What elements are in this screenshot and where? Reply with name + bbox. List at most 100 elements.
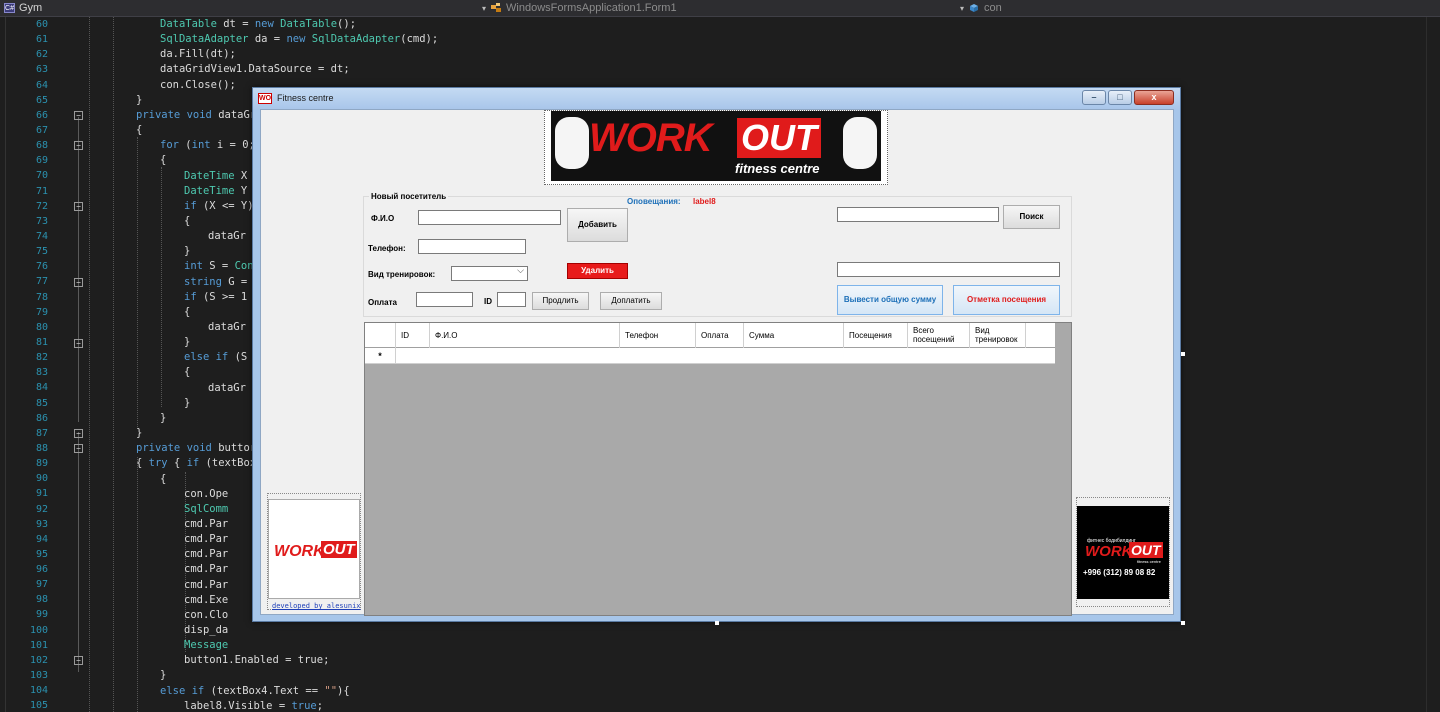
code-line[interactable]: { try { if (textBox bbox=[136, 456, 256, 471]
code-line[interactable]: private void dataGr bbox=[136, 108, 256, 123]
developer-link[interactable]: developed by alesunix bbox=[272, 602, 361, 610]
code-line[interactable]: cmd.Exe bbox=[184, 593, 228, 608]
code-line[interactable]: } bbox=[184, 335, 190, 350]
code-line[interactable]: disp_da bbox=[184, 623, 228, 638]
grid-column-header[interactable] bbox=[365, 323, 396, 348]
search-button[interactable]: Поиск bbox=[1003, 205, 1060, 229]
code-line[interactable]: cmd.Par bbox=[184, 532, 228, 547]
member-dropdown[interactable]: ▾ con bbox=[960, 2, 1002, 14]
grid-column-header[interactable]: Ф.И.О bbox=[430, 323, 620, 348]
code-line[interactable]: DateTime X bbox=[184, 169, 247, 184]
resize-handle[interactable] bbox=[1181, 621, 1185, 625]
payment-input[interactable] bbox=[416, 292, 473, 307]
resize-handle[interactable] bbox=[715, 621, 719, 625]
id-input[interactable] bbox=[497, 292, 526, 307]
code-line[interactable]: DataTable dt = new DataTable(); bbox=[160, 17, 356, 32]
window-titlebar[interactable]: WO Fitness centre – □ x bbox=[253, 88, 1180, 109]
code-line[interactable]: } bbox=[184, 396, 190, 411]
code-line[interactable]: { bbox=[160, 153, 166, 168]
code-line[interactable]: button1.Enabled = true; bbox=[184, 653, 329, 668]
collapse-icon[interactable]: − bbox=[74, 202, 83, 211]
code-line[interactable]: string G = bbox=[184, 275, 247, 290]
extend-button[interactable]: Продлить bbox=[532, 292, 589, 310]
code-line[interactable]: } bbox=[160, 411, 166, 426]
code-line[interactable]: SqlDataAdapter da = new SqlDataAdapter(c… bbox=[160, 32, 438, 47]
code-line[interactable]: con.Ope bbox=[184, 487, 228, 502]
code-line[interactable]: { bbox=[136, 123, 142, 138]
collapse-icon[interactable]: − bbox=[74, 278, 83, 287]
code-line[interactable]: } bbox=[160, 668, 166, 683]
code-line[interactable]: cmd.Par bbox=[184, 517, 228, 532]
collapse-icon[interactable]: − bbox=[74, 429, 83, 438]
fio-input[interactable] bbox=[418, 210, 561, 225]
code-line[interactable]: Message bbox=[184, 638, 228, 653]
code-line[interactable]: dataGr bbox=[208, 320, 246, 335]
phone-input[interactable] bbox=[418, 239, 526, 254]
collapse-icon[interactable]: − bbox=[74, 444, 83, 453]
grid-new-row[interactable]: * bbox=[365, 348, 1055, 364]
class-dropdown[interactable]: ▾ WindowsFormsApplication1.Form1 bbox=[482, 2, 677, 14]
code-token: try bbox=[148, 457, 168, 470]
code-line[interactable]: } bbox=[136, 93, 142, 108]
code-line[interactable]: else if (textBox4.Text == ""){ bbox=[160, 684, 350, 699]
grid-column-header[interactable]: Сумма bbox=[744, 323, 844, 348]
code-line[interactable]: } bbox=[184, 244, 190, 259]
delete-button[interactable]: Удалить bbox=[567, 263, 628, 279]
code-line[interactable]: { bbox=[184, 214, 190, 229]
code-token: label8.Visible = bbox=[184, 699, 292, 712]
grid-column-header[interactable]: Оплата bbox=[696, 323, 744, 348]
grid-column-header[interactable]: Телефон bbox=[620, 323, 696, 348]
code-line[interactable]: { bbox=[184, 305, 190, 320]
grid-column-header[interactable]: Всего посещений bbox=[908, 323, 970, 348]
code-line[interactable]: if (S >= 1 bbox=[184, 290, 247, 305]
pay-extra-button[interactable]: Доплатить bbox=[600, 292, 662, 310]
code-line[interactable]: } bbox=[136, 426, 142, 441]
visitors-data-grid[interactable]: ID Ф.И.О Телефон Оплата Сумма Посещения Всего … bbox=[364, 322, 1072, 616]
code-line[interactable]: { bbox=[160, 472, 166, 487]
code-line[interactable]: DateTime Y bbox=[184, 184, 247, 199]
minimize-button[interactable]: – bbox=[1082, 90, 1106, 105]
csharp-project-icon: C# bbox=[4, 3, 15, 13]
code-line[interactable]: cmd.Par bbox=[184, 562, 228, 577]
code-line[interactable]: else if (S bbox=[184, 350, 247, 365]
training-type-select[interactable]: ⌵ bbox=[451, 266, 528, 281]
resize-handle[interactable] bbox=[1181, 352, 1185, 356]
code-line[interactable]: if (X <= Y) bbox=[184, 199, 254, 214]
code-line[interactable]: dataGridView1.DataSource = dt; bbox=[160, 62, 350, 77]
line-number: 90 bbox=[35, 473, 48, 485]
mark-visit-button[interactable]: Отметка посещения bbox=[953, 285, 1060, 315]
collapse-icon[interactable]: − bbox=[74, 339, 83, 348]
total-sum-button[interactable]: Вывести общую сумму bbox=[837, 285, 943, 315]
grid-column-header[interactable]: Вид тренировок bbox=[970, 323, 1026, 348]
close-button[interactable]: x bbox=[1134, 90, 1174, 105]
line-number: 87 bbox=[35, 427, 48, 439]
code-line[interactable]: da.Fill(dt); bbox=[160, 47, 236, 62]
code-line[interactable]: SqlComm bbox=[184, 502, 228, 517]
code-line[interactable]: for (int i = 0; bbox=[160, 138, 255, 153]
extra-input[interactable] bbox=[837, 262, 1060, 277]
grid-column-header[interactable]: ID bbox=[396, 323, 430, 348]
code-line[interactable]: label8.Visible = true; bbox=[184, 699, 323, 712]
add-button[interactable]: Добавить bbox=[567, 208, 628, 242]
code-line[interactable]: con.Close(); bbox=[160, 78, 236, 93]
collapse-icon[interactable]: − bbox=[74, 656, 83, 665]
code-line[interactable]: cmd.Par bbox=[184, 578, 228, 593]
code-line[interactable]: con.Clo bbox=[184, 608, 228, 623]
hand-graphic bbox=[843, 117, 877, 169]
search-input[interactable] bbox=[837, 207, 999, 222]
vertical-scrollbar[interactable] bbox=[1426, 17, 1440, 712]
grid-column-header[interactable]: Посещения bbox=[844, 323, 908, 348]
code-line[interactable]: int S = Con bbox=[184, 259, 254, 274]
project-dropdown[interactable]: C# Gym bbox=[4, 2, 42, 14]
code-line[interactable]: private void buttor bbox=[136, 441, 256, 456]
code-token: con.Close(); bbox=[160, 78, 236, 91]
code-line[interactable]: dataGr bbox=[208, 381, 246, 396]
code-line[interactable]: cmd.Par bbox=[184, 547, 228, 562]
maximize-button[interactable]: □ bbox=[1108, 90, 1132, 105]
code-line[interactable]: { bbox=[184, 365, 190, 380]
collapse-icon[interactable]: − bbox=[74, 111, 83, 120]
code-token: SqlDataAdapter bbox=[311, 33, 401, 46]
code-line[interactable]: dataGr bbox=[208, 229, 246, 244]
collapse-icon[interactable]: − bbox=[74, 141, 83, 150]
line-number: 82 bbox=[35, 352, 48, 364]
